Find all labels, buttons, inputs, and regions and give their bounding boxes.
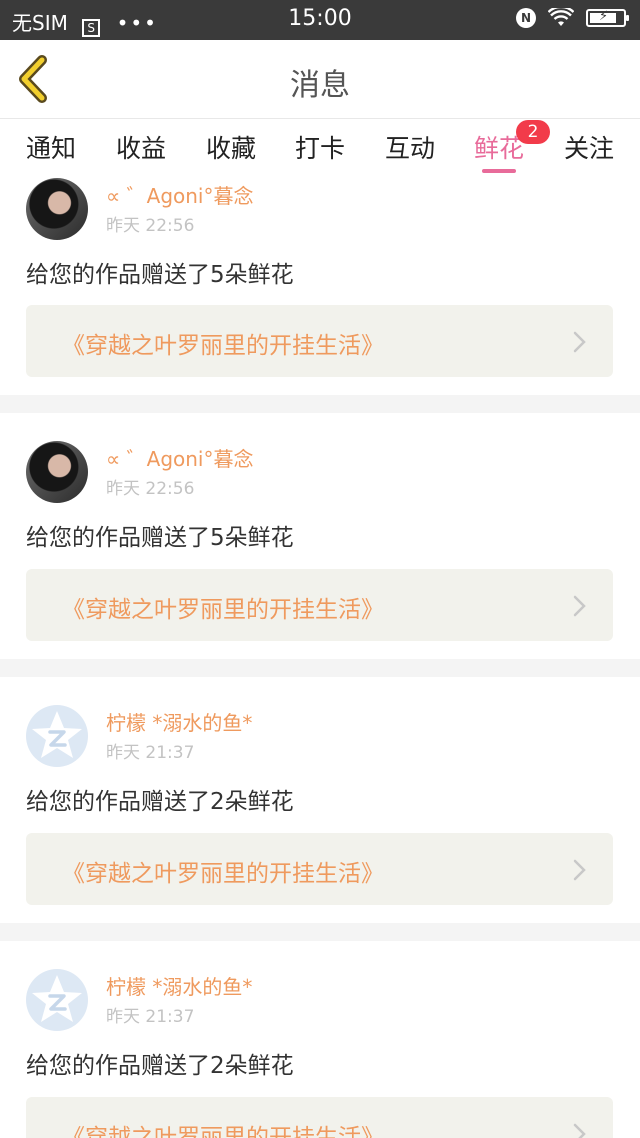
wifi-icon xyxy=(548,8,574,26)
work-title: 《穿越之叶罗丽里的开挂生活》 xyxy=(62,597,384,623)
work-title: 《穿越之叶罗丽里的开挂生活》 xyxy=(62,861,384,887)
tab-flowers[interactable]: 鲜花 2 xyxy=(474,120,550,165)
status-bar: 无SIM S ••• 15:00 N ⚡ xyxy=(0,0,640,40)
charging-icon: ⚡ xyxy=(599,9,609,24)
default-avatar-icon xyxy=(32,711,82,758)
avatar[interactable] xyxy=(26,705,88,767)
message-text: 给您的作品赠送了2朵鲜花 xyxy=(26,1053,294,1079)
message-text: 给您的作品赠送了5朵鲜花 xyxy=(26,525,294,551)
status-right: N ⚡ xyxy=(516,8,629,28)
battery-icon: ⚡ xyxy=(586,9,629,27)
nfc-icon: N xyxy=(516,8,536,28)
work-link[interactable]: 《穿越之叶罗丽里的开挂生活》 xyxy=(26,1097,613,1138)
work-title: 《穿越之叶罗丽里的开挂生活》 xyxy=(62,1125,384,1138)
tab-interactions[interactable]: 互动 xyxy=(385,129,435,165)
work-link[interactable]: 《穿越之叶罗丽里的开挂生活》 xyxy=(26,569,613,641)
tab-notifications[interactable]: 通知 xyxy=(26,129,76,165)
avatar[interactable] xyxy=(26,441,88,503)
work-title: 《穿越之叶罗丽里的开挂生活》 xyxy=(62,333,384,359)
tab-checkin[interactable]: 打卡 xyxy=(295,129,345,165)
avatar[interactable] xyxy=(26,969,88,1031)
message-card: 柠檬 *溺水的鱼* 昨天 21:37 给您的作品赠送了2朵鲜花 《穿越之叶罗丽里… xyxy=(0,677,640,923)
message-card: 柠檬 *溺水的鱼* 昨天 21:37 给您的作品赠送了2朵鲜花 《穿越之叶罗丽里… xyxy=(0,941,640,1138)
message-card: ∝ ゛Agoni°暮念 昨天 22:56 给您的作品赠送了5朵鲜花 《穿越之叶罗… xyxy=(0,175,640,395)
chevron-right-icon xyxy=(573,595,586,617)
sender-name[interactable]: 柠檬 *溺水的鱼* xyxy=(106,707,252,736)
page-title: 消息 xyxy=(290,68,350,103)
default-avatar-icon xyxy=(32,975,82,1022)
message-text: 给您的作品赠送了5朵鲜花 xyxy=(26,262,294,288)
tab-bar: 通知 收益 收藏 打卡 互动 鲜花 2 关注 xyxy=(0,119,640,175)
tab-flowers-label: 鲜花 xyxy=(474,134,525,163)
message-time: 昨天 21:37 xyxy=(106,743,195,763)
work-link[interactable]: 《穿越之叶罗丽里的开挂生活》 xyxy=(26,305,613,377)
tab-favorites[interactable]: 收藏 xyxy=(206,129,256,165)
app-header: 消息 xyxy=(0,40,640,119)
avatar[interactable] xyxy=(26,178,88,240)
message-time: 昨天 22:56 xyxy=(106,479,195,499)
chevron-right-icon xyxy=(573,859,586,881)
sender-name[interactable]: ∝ ゛Agoni°暮念 xyxy=(106,180,254,209)
sender-name[interactable]: ∝ ゛Agoni°暮念 xyxy=(106,443,254,472)
tab-earnings[interactable]: 收益 xyxy=(116,129,166,165)
chevron-right-icon xyxy=(573,1123,586,1138)
message-time: 昨天 22:56 xyxy=(106,216,195,236)
message-text: 给您的作品赠送了2朵鲜花 xyxy=(26,789,294,815)
chevron-right-icon xyxy=(573,331,586,353)
message-card: ∝ ゛Agoni°暮念 昨天 22:56 给您的作品赠送了5朵鲜花 《穿越之叶罗… xyxy=(0,413,640,659)
active-tab-indicator xyxy=(482,169,516,173)
message-time: 昨天 21:37 xyxy=(106,1007,195,1027)
work-link[interactable]: 《穿越之叶罗丽里的开挂生活》 xyxy=(26,833,613,905)
unread-badge: 2 xyxy=(516,120,550,144)
message-list[interactable]: ∝ ゛Agoni°暮念 昨天 22:56 给您的作品赠送了5朵鲜花 《穿越之叶罗… xyxy=(0,175,640,1138)
sender-name[interactable]: 柠檬 *溺水的鱼* xyxy=(106,971,252,1000)
tab-following[interactable]: 关注 xyxy=(564,129,614,165)
